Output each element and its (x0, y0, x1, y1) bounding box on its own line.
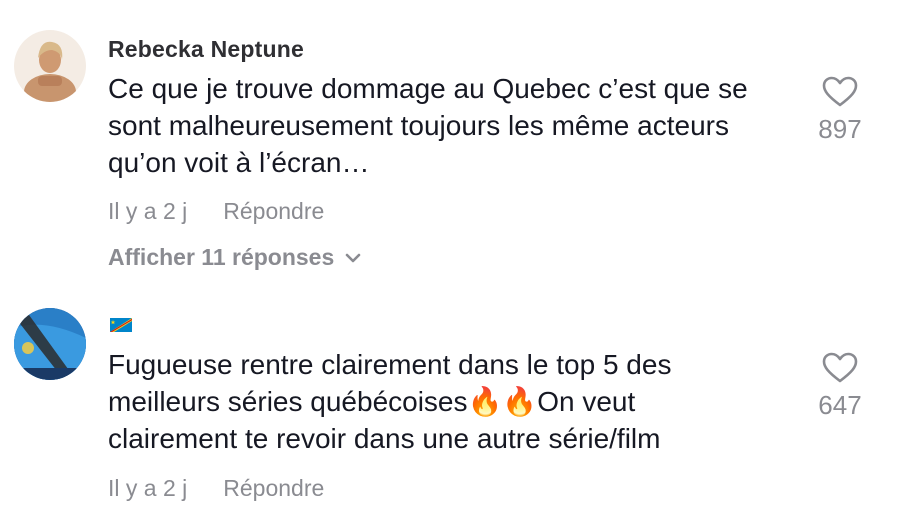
drc-flag-icon (110, 318, 132, 332)
like-button[interactable]: 647 (810, 352, 870, 421)
chevron-down-icon (345, 253, 361, 262)
heart-outline-icon (822, 76, 858, 107)
timestamp: Il y a 2 j (108, 198, 188, 224)
avatar[interactable] (14, 30, 86, 102)
comment-item: Fugueuse rentre clairement dans le top 5… (0, 290, 898, 520)
comment-text: Ce que je trouve dommage au Quebec c’est… (108, 73, 748, 178)
like-count: 897 (818, 114, 862, 144)
timestamp: Il y a 2 j (108, 475, 188, 501)
like-count: 647 (818, 390, 862, 420)
comment-meta: Il y a 2 j Répondre (108, 198, 324, 225)
avatar-image (14, 30, 86, 102)
comment-text: Fugueuse rentre clairement dans le top 5… (108, 349, 672, 454)
avatar-image (14, 308, 86, 380)
username[interactable]: Rebecka Neptune (108, 36, 304, 63)
view-replies-button[interactable]: Afficher 11 réponses (108, 244, 362, 271)
view-replies-label: Afficher 11 réponses (108, 244, 335, 270)
avatar[interactable] (14, 308, 86, 380)
reply-button[interactable]: Répondre (223, 198, 324, 225)
comment-item: Rebecka Neptune Ce que je trouve dommage… (0, 0, 898, 290)
heart-outline-icon (822, 352, 858, 383)
like-button[interactable]: 897 (810, 76, 870, 145)
comment-meta: Il y a 2 j Répondre (108, 475, 324, 502)
reply-button[interactable]: Répondre (223, 475, 324, 502)
